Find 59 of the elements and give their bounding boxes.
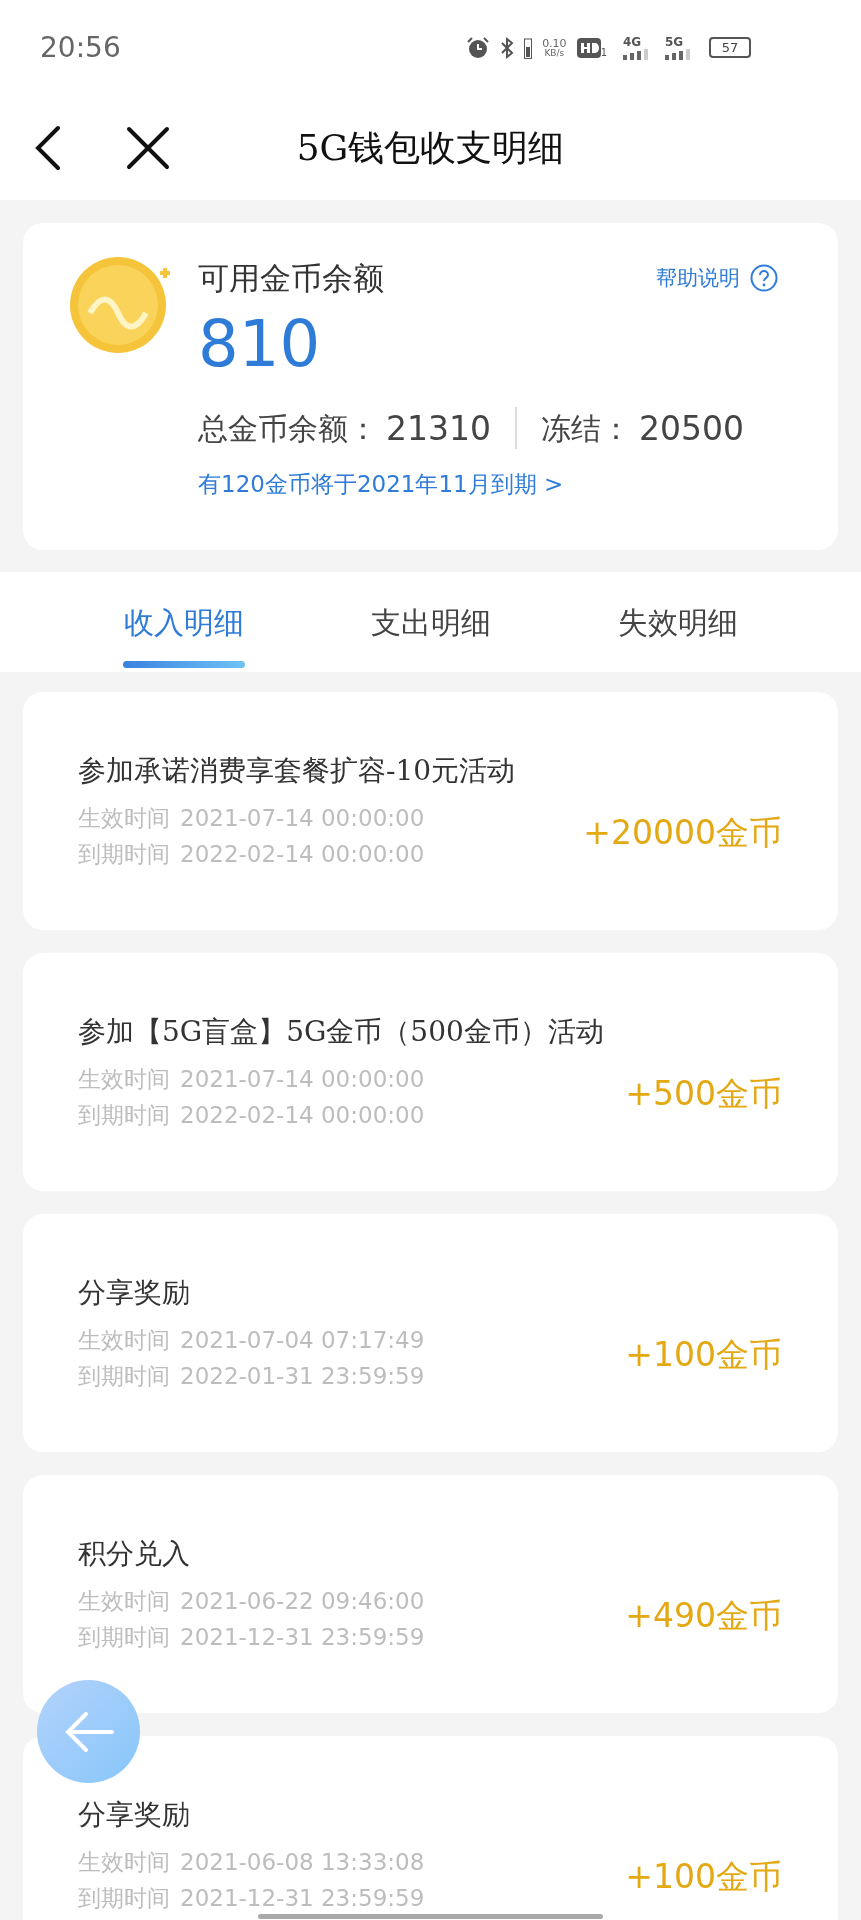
frozen-value: 20500 bbox=[639, 407, 744, 450]
network-type: 5G bbox=[665, 35, 684, 48]
help-link[interactable]: 帮助说明 bbox=[656, 262, 778, 294]
back-icon bbox=[35, 124, 61, 171]
record-title: 参加【5G盲盒】5G金币（500金币）活动 bbox=[78, 1014, 605, 1050]
record-date-label: 到期时间 bbox=[78, 1101, 170, 1130]
record-title: 积分兑入 bbox=[78, 1536, 191, 1572]
record-date-label: 到期时间 bbox=[78, 840, 170, 869]
record-date-value: 2022-01-31 23:59:59 bbox=[180, 1362, 425, 1391]
available-amount: 810 bbox=[198, 311, 322, 376]
record-date-value: 2021-12-31 23:59:59 bbox=[180, 1884, 425, 1913]
record-date-label: 到期时间 bbox=[78, 1884, 170, 1913]
tab[interactable]: 支出明细 bbox=[307, 572, 554, 672]
network-type: 4G bbox=[623, 35, 642, 48]
record-amount: +490金币 bbox=[625, 1595, 782, 1638]
net-speed-value: 0.10 bbox=[542, 37, 567, 49]
tab[interactable]: 收入明细 bbox=[60, 572, 307, 672]
signal-icon bbox=[665, 47, 691, 60]
signal-icon bbox=[623, 47, 649, 60]
record-date-value: 2021-06-08 13:33:08 bbox=[180, 1848, 425, 1877]
record-amount: +20000金币 bbox=[583, 812, 782, 855]
record-amount: +100金币 bbox=[625, 1334, 782, 1377]
record-date-value: 2021-07-04 07:17:49 bbox=[180, 1326, 425, 1355]
record-amount: +100金币 bbox=[625, 1856, 782, 1899]
bluetooth-icon bbox=[500, 35, 515, 60]
frozen-label: 冻结： bbox=[541, 409, 631, 448]
record-date-value: 2021-07-14 00:00:00 bbox=[180, 1065, 425, 1094]
record-date-value: 2021-12-31 23:59:59 bbox=[180, 1623, 425, 1652]
record-date-label: 生效时间 bbox=[78, 1065, 170, 1094]
battery-indicator: 57 bbox=[709, 37, 751, 58]
record-date-value: 2022-02-14 00:00:00 bbox=[180, 840, 425, 869]
record-title: 参加承诺消费享套餐扩容-10元活动 bbox=[78, 753, 517, 789]
tab[interactable]: 失效明细 bbox=[554, 572, 801, 672]
battery-small-icon bbox=[524, 36, 533, 59]
close-icon bbox=[126, 125, 170, 170]
record-title: 分享奖励 bbox=[78, 1797, 191, 1833]
alarm-clock-icon bbox=[466, 35, 491, 60]
arrow-left-icon bbox=[63, 1710, 114, 1753]
record-date-label: 生效时间 bbox=[78, 804, 170, 833]
total-value: 21310 bbox=[386, 407, 491, 450]
status-time: 20:56 bbox=[40, 29, 121, 66]
record-date-value: 2021-07-14 00:00:00 bbox=[180, 804, 425, 833]
record-date-value: 2021-06-22 09:46:00 bbox=[180, 1587, 425, 1616]
record-date-label: 到期时间 bbox=[78, 1362, 170, 1391]
total-label: 总金币余额： bbox=[198, 409, 378, 448]
record-date-label: 生效时间 bbox=[78, 1587, 170, 1616]
net-speed-unit: KB/s bbox=[544, 48, 565, 58]
sim-number: 1 bbox=[600, 47, 607, 58]
expiry-notice-link[interactable]: 有120金币将于2021年11月到期 > bbox=[198, 467, 564, 502]
record-amount: +500金币 bbox=[625, 1073, 782, 1116]
record-date-label: 到期时间 bbox=[78, 1623, 170, 1652]
record-date-label: 生效时间 bbox=[78, 1848, 170, 1877]
record-date-label: 生效时间 bbox=[78, 1326, 170, 1355]
help-icon bbox=[750, 264, 778, 293]
record-title: 分享奖励 bbox=[78, 1275, 191, 1311]
hd-icon bbox=[576, 37, 601, 58]
record-date-value: 2022-02-14 00:00:00 bbox=[180, 1101, 425, 1130]
page-title: 5G钱包收支明细 bbox=[296, 125, 565, 170]
balance-label: 可用金币余额 bbox=[198, 259, 384, 298]
